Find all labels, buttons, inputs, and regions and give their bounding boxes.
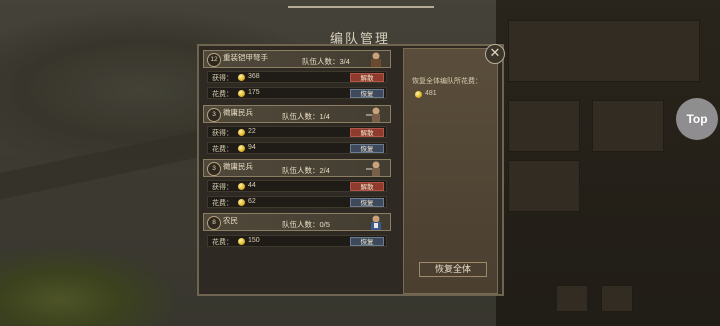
- troop-header[interactable]: 3 徵庸民兵 队伍人数：2/4: [203, 159, 391, 177]
- troop-row: 获得： 44 解散: [207, 180, 387, 192]
- troop-name: 徵庸民兵: [223, 108, 253, 117]
- row-label: 获得：: [212, 75, 233, 82]
- coin-icon: [238, 74, 245, 81]
- troop-portrait-icon: [366, 107, 380, 122]
- troop-count: 队伍人数：2/4: [282, 166, 330, 175]
- restore-all-button[interactable]: 恢复全体: [419, 262, 487, 277]
- disband-button[interactable]: 解散: [350, 73, 384, 82]
- coin-icon: [238, 238, 245, 245]
- scroll-top-button[interactable]: Top: [676, 98, 718, 140]
- troop-count: 队伍人数：1/4: [282, 112, 330, 121]
- troop-count: 队伍人数：3/4: [302, 57, 350, 66]
- troop-header[interactable]: 8 农民 队伍人数：0/5: [203, 213, 391, 231]
- row-value: 22: [248, 128, 256, 135]
- troop-portrait-icon: [366, 161, 380, 176]
- troop-name: 重装铠甲弩手: [223, 53, 268, 62]
- troop-row: 获得： 22 解散: [207, 126, 387, 138]
- troop-count: 队伍人数：0/5: [282, 220, 330, 229]
- restore-button[interactable]: 恢复: [350, 237, 384, 246]
- troop-row: 花费： 175 恢复: [207, 87, 387, 99]
- troop-name: 农民: [223, 216, 238, 225]
- coin-icon: [415, 91, 422, 98]
- row-label: 花费：: [212, 200, 233, 207]
- coin-icon: [238, 90, 245, 97]
- level-badge: 8: [207, 216, 221, 230]
- coin-icon: [238, 199, 245, 206]
- level-badge: 12: [207, 53, 221, 67]
- coin-icon: [238, 129, 245, 136]
- troop-row: 花费： 94 恢复: [207, 142, 387, 154]
- disband-button[interactable]: 解散: [350, 182, 384, 191]
- level-badge: 3: [207, 108, 221, 122]
- level-badge: 3: [207, 162, 221, 176]
- restore-all-cost-label: 恢复全体编队所花费：: [412, 78, 482, 85]
- row-label: 花费：: [212, 239, 233, 246]
- troop-header[interactable]: 3 徵庸民兵 队伍人数：1/4: [203, 105, 391, 123]
- troop-row: 获得： 368 解散: [207, 71, 387, 83]
- row-label: 花费：: [212, 146, 233, 153]
- restore-button[interactable]: 恢复: [350, 144, 384, 153]
- disband-button[interactable]: 解散: [350, 128, 384, 137]
- troop-name: 徵庸民兵: [223, 162, 253, 171]
- row-label: 花费：: [212, 91, 233, 98]
- restore-button[interactable]: 恢复: [350, 198, 384, 207]
- troop-portrait-icon: [371, 52, 381, 67]
- coin-icon: [238, 145, 245, 152]
- row-value: 368: [248, 73, 260, 80]
- row-value: 150: [248, 237, 260, 244]
- row-label: 获得：: [212, 184, 233, 191]
- troop-header[interactable]: 12 重装铠甲弩手 队伍人数：3/4: [203, 50, 391, 68]
- close-icon[interactable]: ✕: [485, 44, 505, 64]
- row-value: 94: [248, 144, 256, 151]
- row-value: 44: [248, 182, 256, 189]
- troop-portrait-icon: [371, 215, 381, 230]
- restore-all-cost-value: 481: [425, 90, 437, 97]
- row-value: 62: [248, 198, 256, 205]
- troop-row: 花费： 62 恢复: [207, 196, 387, 208]
- troop-row: 花费： 150 恢复: [207, 235, 387, 247]
- top-divider: [288, 6, 434, 8]
- row-value: 175: [248, 89, 260, 96]
- row-label: 获得：: [212, 130, 233, 137]
- restore-button[interactable]: 恢复: [350, 89, 384, 98]
- coin-icon: [238, 183, 245, 190]
